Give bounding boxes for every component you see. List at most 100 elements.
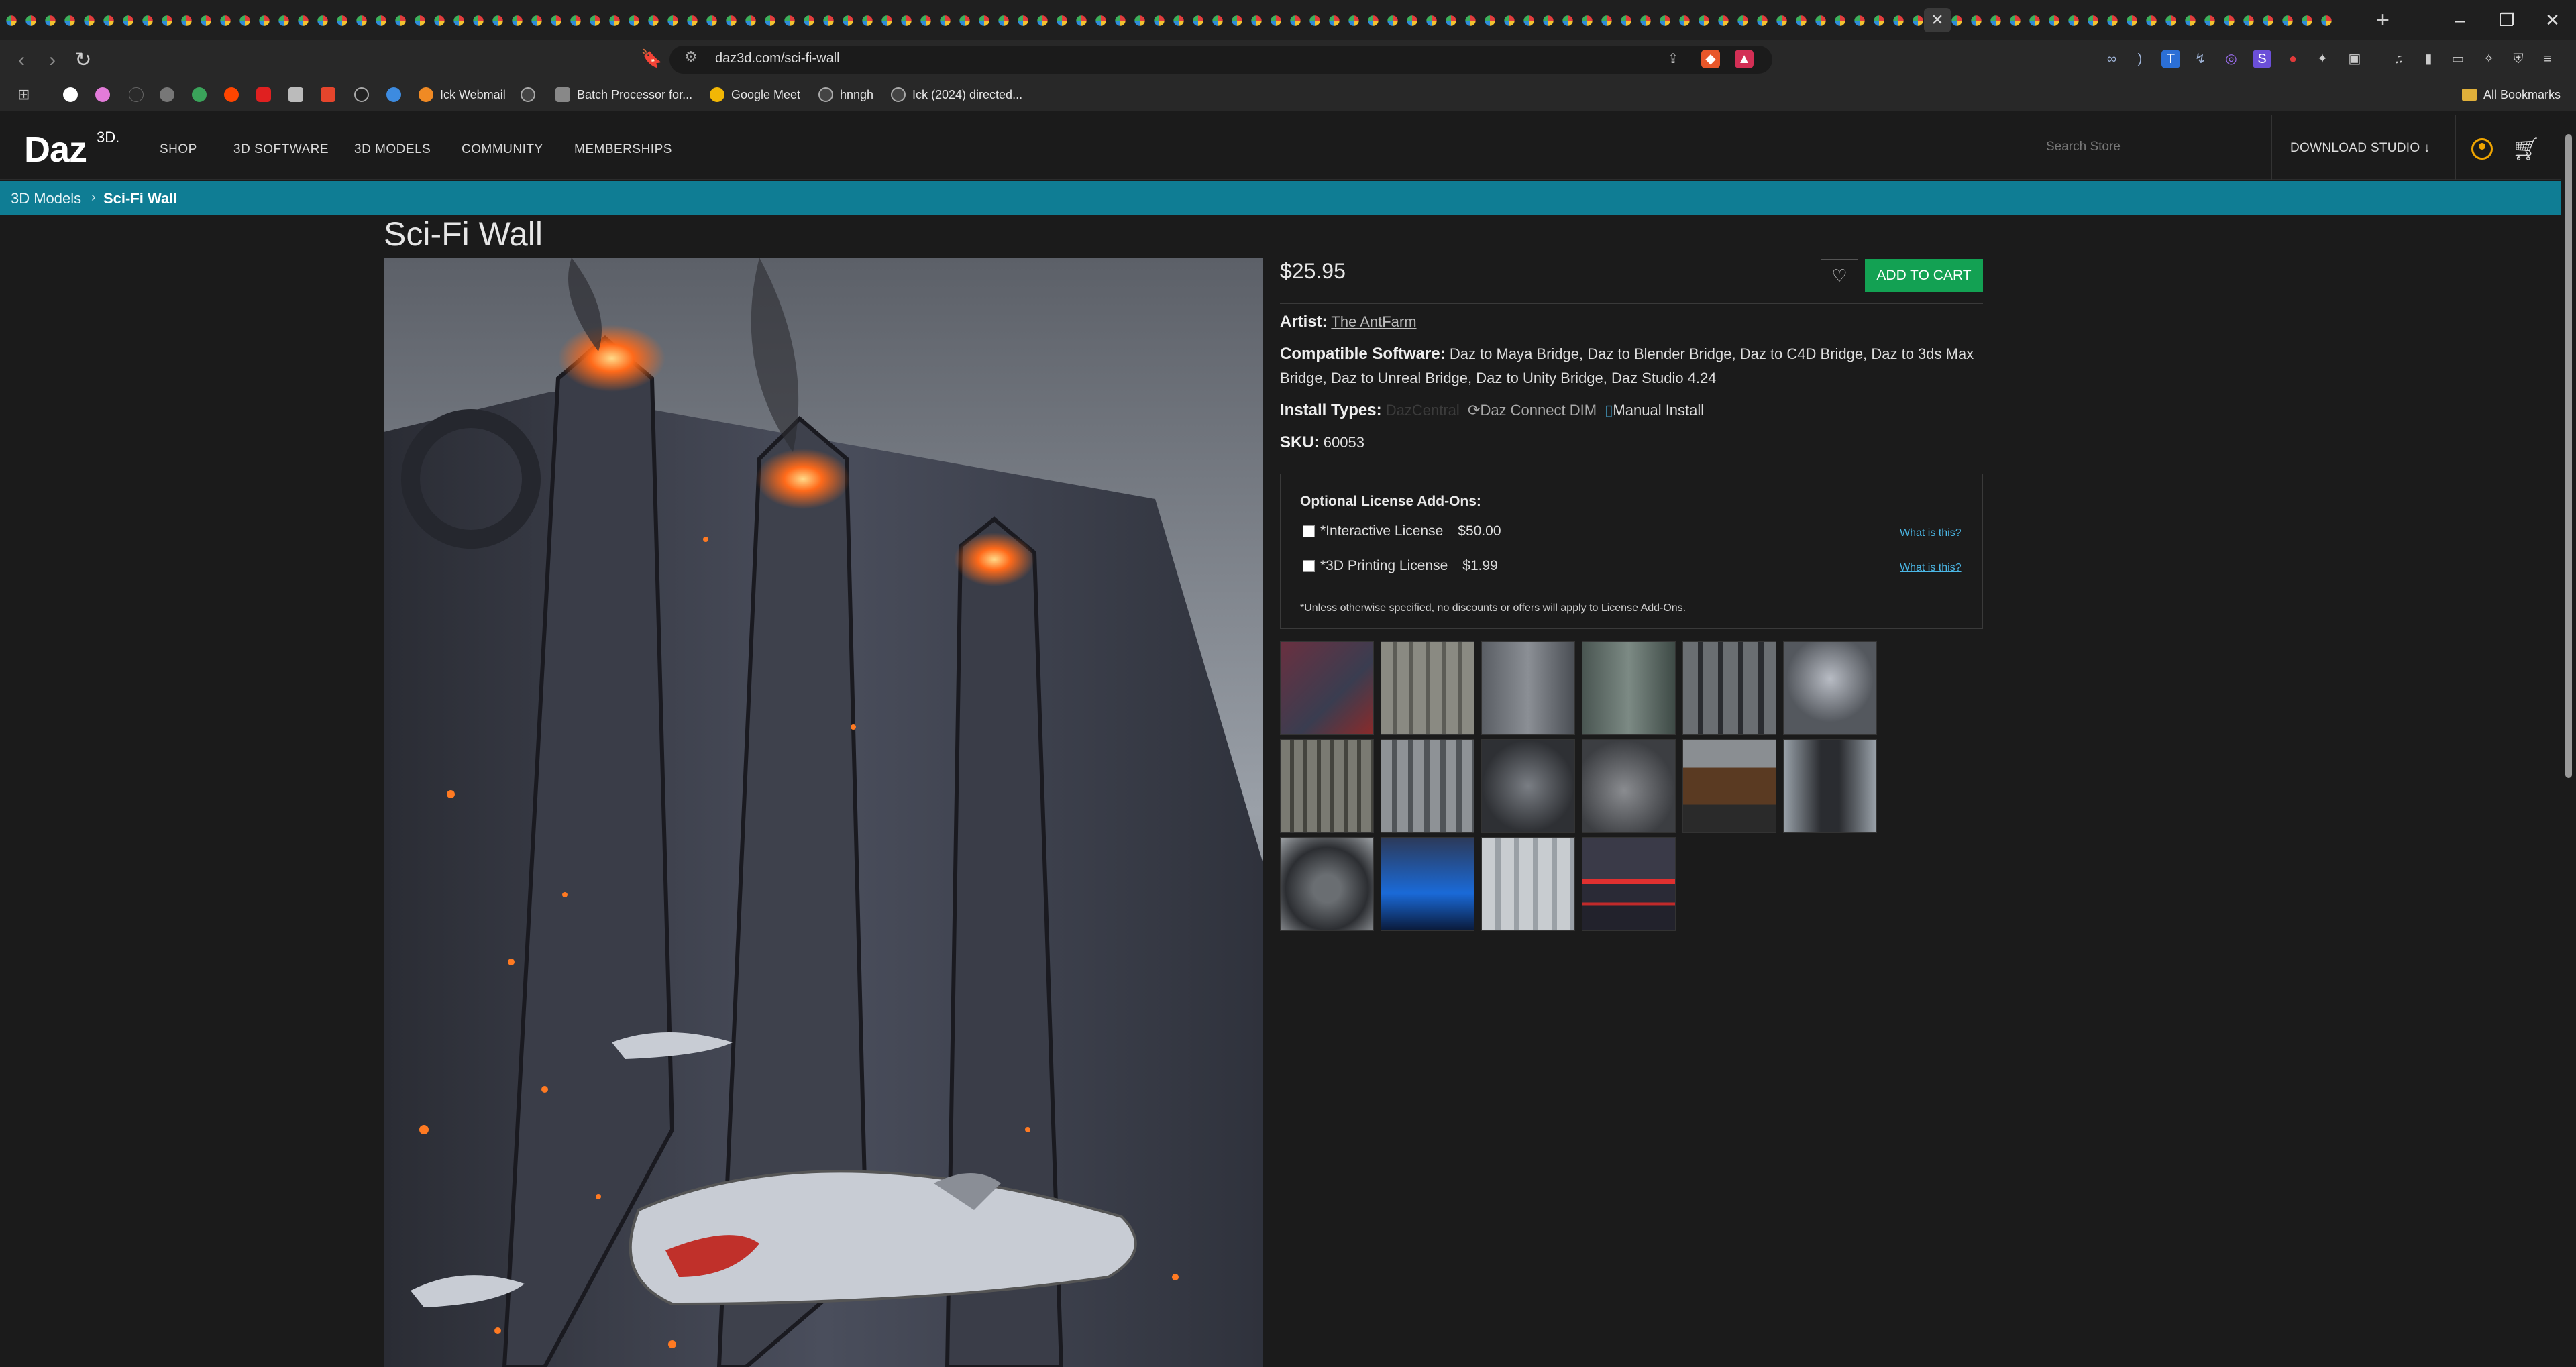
product-thumbnail[interactable] [1381,739,1474,833]
tab-favicon-icon[interactable] [1874,15,1884,26]
tab-favicon-icon[interactable] [1504,15,1515,26]
tab-favicon-icon[interactable] [492,15,503,26]
tab-favicon-icon[interactable] [2010,15,2021,26]
tab-favicon-icon[interactable] [609,15,620,26]
bookmark-icon[interactable] [160,86,174,103]
tab-favicon-icon[interactable] [1368,15,1379,26]
tab-favicon-icon[interactable] [2049,15,2059,26]
bookmark-icon[interactable] [129,86,144,103]
tab-favicon-icon[interactable] [220,15,231,26]
tab-favicon-icon[interactable] [1251,15,1262,26]
tab-favicon-icon[interactable] [1757,15,1768,26]
bookmark-icon[interactable] [95,86,110,103]
tab-favicon-icon[interactable] [356,15,367,26]
tab-favicon-icon[interactable] [142,15,153,26]
tab-favicon-icon[interactable] [1154,15,1165,26]
tab-favicon-icon[interactable] [278,15,289,26]
tab-favicon-icon[interactable] [1407,15,1417,26]
tab-favicon-icon[interactable] [1621,15,1631,26]
tab-favicon-icon[interactable] [1835,15,1845,26]
tab-favicon-icon[interactable] [531,15,542,26]
tab-favicon-icon[interactable] [1601,15,1612,26]
tab-favicon-icon[interactable] [1426,15,1437,26]
product-hero-image[interactable] [384,258,1263,1367]
tab-favicon-icon[interactable] [648,15,659,26]
tab-favicon-icon[interactable] [473,15,484,26]
tab-favicon-icon[interactable] [1057,15,1067,26]
bookmark-ick-webmail[interactable]: Ick Webmail [419,86,506,103]
tab-favicon-icon[interactable] [745,15,756,26]
product-thumbnail[interactable] [1280,641,1374,735]
tab-favicon-strip[interactable] [4,13,2365,28]
all-bookmarks[interactable]: All Bookmarks [2462,86,2561,103]
tab-favicon-icon[interactable] [2243,15,2254,26]
product-thumbnail[interactable] [1481,641,1575,735]
tab-favicon-icon[interactable] [940,15,951,26]
bookmark-batch-processor[interactable]: Batch Processor for... [555,86,692,103]
tab-favicon-icon[interactable] [239,15,250,26]
tab-favicon-icon[interactable] [2204,15,2215,26]
tab-favicon-icon[interactable] [317,15,328,26]
tab-favicon-icon[interactable] [1815,15,1826,26]
tab-favicon-icon[interactable] [590,15,600,26]
tab-favicon-icon[interactable] [1737,15,1748,26]
extension-icon[interactable]: S [2253,50,2271,68]
tab-favicon-icon[interactable] [1582,15,1593,26]
what-is-this-link[interactable]: What is this? [1900,527,1962,539]
tab-favicon-icon[interactable] [1212,15,1223,26]
tab-favicon-icon[interactable] [2165,15,2176,26]
tab-favicon-icon[interactable] [1290,15,1301,26]
tab-favicon-icon[interactable] [551,15,561,26]
tab-favicon-icon[interactable] [862,15,873,26]
tab-favicon-icon[interactable] [1329,15,1340,26]
tab-favicon-icon[interactable] [1990,15,2001,26]
tab-favicon-icon[interactable] [2263,15,2273,26]
tab-favicon-icon[interactable] [1232,15,1242,26]
tab-favicon-icon[interactable] [1679,15,1690,26]
product-thumbnail[interactable] [1582,739,1676,833]
3d-printing-license-checkbox[interactable] [1303,560,1315,572]
tab-favicon-icon[interactable] [1854,15,1865,26]
product-thumbnail[interactable] [1682,641,1776,735]
tab-favicon-icon[interactable] [2029,15,2040,26]
tab-favicon-icon[interactable] [181,15,192,26]
bookmark-icon[interactable] [288,86,303,103]
tab-favicon-icon[interactable] [2185,15,2196,26]
bookmark-google-icon[interactable] [63,86,78,103]
bookmark-icon[interactable] [192,86,207,103]
add-to-cart-button[interactable]: ADD TO CART [1865,259,1983,292]
tab-favicon-icon[interactable] [1348,15,1359,26]
tab-favicon-icon[interactable] [667,15,678,26]
tab-favicon-icon[interactable] [1465,15,1476,26]
product-thumbnail[interactable] [1280,837,1374,931]
tab-favicon-icon[interactable] [103,15,114,26]
interactive-license-checkbox[interactable] [1303,525,1315,537]
share-icon[interactable]: ⇪ [1664,50,1682,68]
tab-favicon-icon[interactable] [2321,15,2332,26]
tab-favicon-icon[interactable] [823,15,834,26]
tab-favicon-icon[interactable] [1018,15,1028,26]
tab-favicon-icon[interactable] [1699,15,1709,26]
tab-favicon-icon[interactable] [512,15,523,26]
tab-favicon-icon[interactable] [453,15,464,26]
tab-favicon-icon[interactable] [2224,15,2235,26]
product-thumbnail[interactable] [1381,641,1474,735]
tab-favicon-icon[interactable] [64,15,75,26]
tab-favicon-icon[interactable] [1134,15,1145,26]
tab-favicon-icon[interactable] [1446,15,1456,26]
tab-favicon-icon[interactable] [804,15,814,26]
tab-favicon-icon[interactable] [706,15,717,26]
product-thumbnail[interactable] [1280,739,1374,833]
tab-favicon-icon[interactable] [337,15,347,26]
bookmark-icon[interactable] [321,86,335,103]
bookmark-icon[interactable] [521,86,535,103]
tab-favicon-icon[interactable] [1095,15,1106,26]
tab-favicon-icon[interactable] [2146,15,2157,26]
tab-favicon-icon[interactable] [162,15,172,26]
tab-favicon-icon[interactable] [45,15,56,26]
tab-favicon-icon[interactable] [395,15,406,26]
minimize-icon[interactable]: – [2443,7,2477,34]
tab-favicon-icon[interactable] [1660,15,1670,26]
tab-favicon-icon[interactable] [1640,15,1651,26]
puzzle-icon[interactable]: ✦ [2313,50,2332,68]
